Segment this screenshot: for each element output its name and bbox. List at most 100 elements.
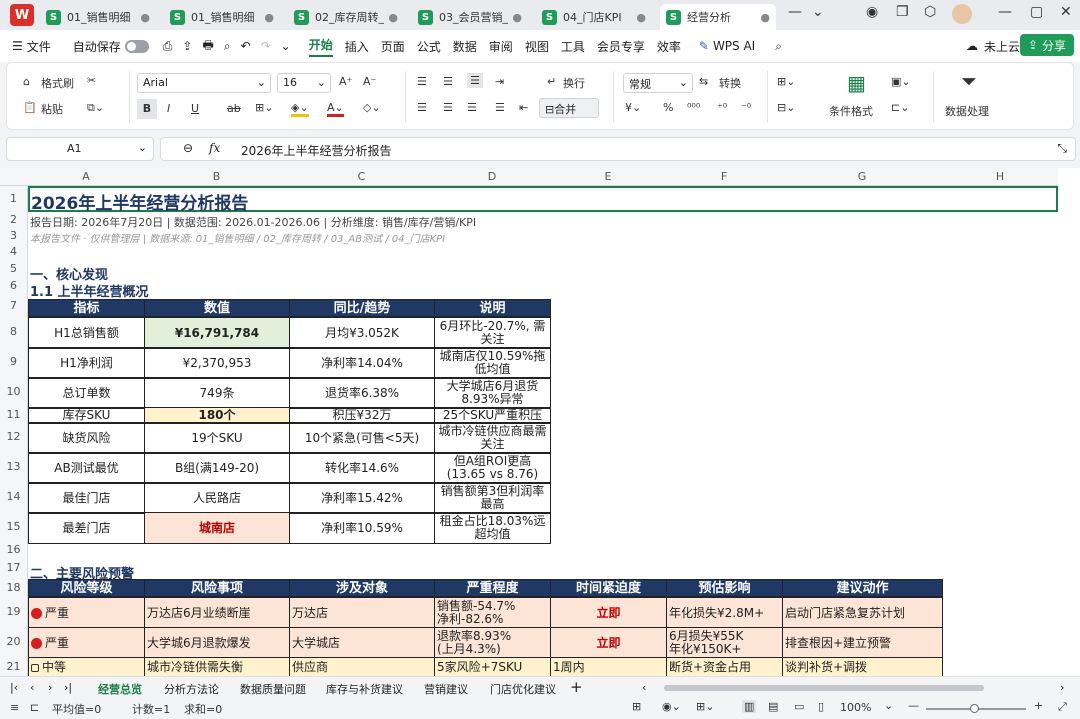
more-icon[interactable]: ⌄	[281, 39, 291, 53]
currency-icon[interactable]: ¥⌄	[625, 101, 641, 114]
risk-cell-impact[interactable]: 6月损失¥55K 年化¥150K+	[666, 627, 783, 659]
row-header[interactable]: 9	[0, 347, 28, 377]
cell-style-icon[interactable]: ▣⌄	[891, 75, 911, 88]
window-icon[interactable]: ❐	[896, 4, 909, 20]
data-process-button[interactable]: 数据处理	[945, 103, 989, 119]
page-break-icon[interactable]: ▭	[794, 700, 804, 713]
normal-view-icon[interactable]: ▥	[742, 700, 757, 713]
overview-cell-value[interactable]: 749条	[144, 377, 290, 409]
align-middle-icon[interactable]: ☰	[443, 75, 453, 88]
overview-cell-metric[interactable]: 最佳门店	[28, 482, 145, 514]
font-family-select[interactable]: Arial ⌄	[137, 73, 271, 93]
assistant-icon[interactable]: ◉	[866, 4, 878, 20]
col-header-c[interactable]: C	[289, 168, 434, 186]
risk-cell-action[interactable]: 排查根因+建立预警	[782, 627, 943, 659]
overview-cell-note[interactable]: 城市冷链供应商最需关注	[434, 422, 551, 454]
sheet-tab-marketing[interactable]: 营销建议	[424, 681, 468, 697]
risk-cell-severity[interactable]: 5家风险+7SKU	[434, 657, 551, 676]
menu-insert[interactable]: 插入	[345, 38, 369, 55]
row-header[interactable]: 5	[0, 260, 28, 277]
zoom-out-icon[interactable]: —	[908, 699, 919, 712]
bold-button[interactable]: B	[137, 99, 157, 119]
menu-view[interactable]: 视图	[525, 38, 549, 55]
menu-formula[interactable]: 公式	[417, 38, 441, 55]
paste-button[interactable]: 粘贴	[41, 101, 63, 117]
row-header[interactable]: 13	[0, 452, 28, 482]
clear-icon[interactable]: ◇⌄	[363, 101, 381, 114]
risk-cell-urgency[interactable]: 立即	[550, 597, 667, 629]
share-button[interactable]: ⇪ 分享	[1020, 34, 1074, 56]
risk-cell-action[interactable]: 启动门店紧急复苏计划	[782, 597, 943, 629]
col-header-e[interactable]: E	[550, 168, 666, 186]
grid-view-icon[interactable]: ⊞⌄	[696, 700, 714, 713]
row-header[interactable]: 1	[0, 186, 28, 212]
format-painter-icon[interactable]: ⌂	[23, 75, 30, 88]
fullscreen-icon[interactable]: ⤢	[1058, 700, 1067, 714]
conditional-format-button[interactable]: 条件格式	[829, 103, 873, 119]
row-header[interactable]: 15	[0, 512, 28, 542]
zoom-in-icon[interactable]: +	[1034, 699, 1043, 712]
overview-cell-value[interactable]: B组(满149-20)	[144, 452, 290, 484]
align-right-icon[interactable]: ☰	[467, 101, 477, 114]
zoom-level[interactable]: 100%	[840, 701, 871, 714]
zoom-formula-icon[interactable]: ⊖	[183, 141, 193, 155]
col-header-d[interactable]: D	[434, 168, 550, 186]
convert-button[interactable]: 转换	[719, 75, 741, 91]
risk-cell-target[interactable]: 供应商	[289, 657, 435, 676]
name-box[interactable]: A1 ⌄	[6, 137, 154, 161]
overview-cell-note[interactable]: 但A组ROI更高(13.65 vs 8.76)	[434, 452, 551, 484]
risk-cell-level[interactable]: 严重	[28, 627, 145, 659]
table-style-icon[interactable]: ▦	[847, 71, 866, 95]
doc-tab[interactable]: S 02_库存周转_分 ●	[288, 4, 404, 30]
underline-button[interactable]: U	[191, 102, 199, 115]
menu-member[interactable]: 会员专享	[597, 38, 645, 55]
row-header[interactable]: 14	[0, 482, 28, 512]
fx-icon[interactable]: fx	[209, 141, 220, 155]
expand-formula-icon[interactable]: ⤡	[1057, 141, 1067, 156]
col-header-b[interactable]: B	[144, 168, 289, 186]
tab-close-icon[interactable]: ●	[760, 11, 770, 24]
insert-cell-icon[interactable]: ⊞⌄	[777, 75, 795, 88]
add-sheet-icon[interactable]: +	[570, 678, 583, 696]
percent-icon[interactable]: %	[663, 101, 673, 114]
sheet-tab-data-quality[interactable]: 数据质量问题	[240, 681, 306, 697]
row-header[interactable]: 7	[0, 295, 28, 317]
sheet-tab-methodology[interactable]: 分析方法论	[164, 681, 219, 697]
tab-close-icon[interactable]: ●	[636, 11, 646, 24]
doc-tab-active[interactable]: S 经营分析 ●	[660, 4, 776, 30]
distribute-icon[interactable]: ☰	[495, 101, 505, 114]
decrease-decimal-icon[interactable]: ⁻⁰	[741, 101, 751, 114]
risk-cell-item[interactable]: 城市冷链供需失衡	[144, 657, 290, 676]
page-layout-icon[interactable]: ▤	[768, 700, 778, 713]
risk-cell-item[interactable]: 大学城6月退款爆发	[144, 627, 290, 659]
risk-cell-action[interactable]: 谈判补货+调拨	[782, 657, 943, 676]
save-icon[interactable]: ⎙	[163, 39, 173, 54]
corner-select[interactable]	[0, 168, 28, 186]
doc-tab[interactable]: S 03_会员营销_AB ●	[412, 4, 528, 30]
overview-cell-trend[interactable]: 净利率15.42%	[289, 482, 435, 514]
next-sheet-icon[interactable]: ›	[48, 681, 52, 694]
row-header[interactable]: 8	[0, 317, 28, 347]
strike-button[interactable]: ab	[227, 102, 241, 115]
format-painter-button[interactable]: 格式刷	[41, 75, 74, 91]
row-header[interactable]: 17	[0, 558, 28, 578]
doc-tab[interactable]: S 01_销售明细 ●	[164, 4, 280, 30]
fill-series-icon[interactable]: ⊏⌄	[891, 101, 909, 114]
cube-icon[interactable]: ⬡	[924, 4, 936, 20]
read-mode-icon[interactable]: ▯	[818, 700, 824, 713]
formula-input[interactable]: ⊖ fx 2026年上半年经营分析报告 ⤡	[160, 137, 1076, 161]
font-color-icon[interactable]: A⌄	[327, 101, 344, 117]
scroll-right-icon[interactable]: ›	[1060, 681, 1064, 694]
row-header[interactable]: 2	[0, 212, 28, 228]
overview-cell-note[interactable]: 租金占比18.03%远超均值	[434, 512, 551, 544]
doc-tab[interactable]: S 04_门店KPI ●	[536, 4, 652, 30]
tab-close-icon[interactable]: ●	[264, 11, 274, 24]
overview-cell-trend[interactable]: 净利率10.59%	[289, 512, 435, 544]
menu-tools[interactable]: 工具	[561, 38, 585, 55]
col-header-g[interactable]: G	[782, 168, 942, 186]
merge-button[interactable]: ⊟合并	[539, 98, 599, 118]
col-header-h[interactable]: H	[942, 168, 1058, 186]
row-header[interactable]: 6	[0, 277, 28, 295]
align-center-icon[interactable]: ☰	[443, 101, 453, 114]
cloud-status[interactable]: 未上云	[984, 38, 1020, 55]
